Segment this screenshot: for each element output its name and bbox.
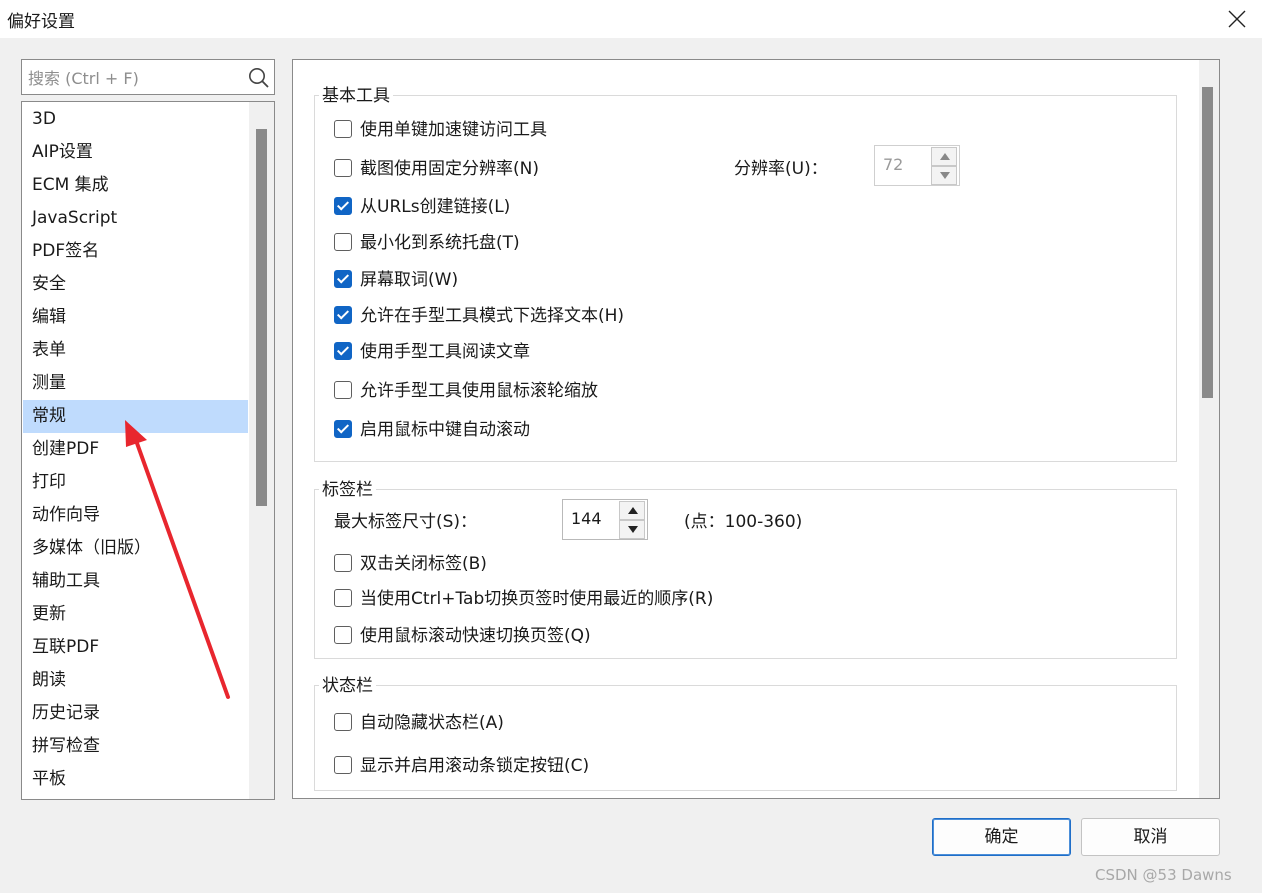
category-item[interactable]: 动作向导 — [23, 499, 248, 532]
max-tab-width-spinner[interactable] — [562, 499, 648, 540]
middle-autoscroll-checkbox[interactable] — [334, 420, 352, 438]
settings-panel: 基本工具 使用单键加速键访问工具 截图使用固定分辨率(N) 分辨率(U)： 从U… — [292, 59, 1220, 799]
arrow-down-icon — [628, 526, 638, 533]
wheel-switch-checkbox[interactable] — [334, 626, 352, 644]
hand-wheel-zoom-label: 允许手型工具使用鼠标滚轮缩放 — [360, 381, 598, 401]
basic-tools-title: 基本工具 — [319, 85, 393, 107]
close-icon — [1228, 10, 1246, 28]
scroll-lock-checkbox[interactable] — [334, 756, 352, 774]
category-item[interactable]: 编辑 — [23, 301, 248, 334]
tab-width-range-hint: (点：100-360) — [684, 512, 803, 532]
arrow-up-icon — [940, 153, 950, 160]
hand-read-article-checkbox[interactable] — [334, 342, 352, 360]
max-tab-width-down-button[interactable] — [619, 520, 645, 539]
category-item-selected[interactable]: 常规 — [23, 400, 248, 433]
double-click-close-label: 双击关闭标签(B) — [360, 554, 487, 574]
category-list: 3D AIP设置 ECM 集成 JavaScript PDF签名 安全 编辑 表… — [21, 101, 275, 800]
ctrl-tab-recent-label: 当使用Ctrl+Tab切换页签时使用最近的顺序(R) — [360, 589, 714, 609]
resolution-spinner[interactable] — [874, 145, 960, 186]
max-tab-width-up-button[interactable] — [619, 501, 645, 520]
search-icon[interactable] — [248, 67, 270, 89]
search-box — [21, 59, 275, 95]
double-click-close-checkbox[interactable] — [334, 554, 352, 572]
hand-read-article-label: 使用手型工具阅读文章 — [360, 342, 530, 362]
category-item[interactable]: 表单 — [23, 334, 248, 367]
category-item[interactable]: 创建PDF — [23, 433, 248, 466]
close-button[interactable] — [1212, 0, 1262, 38]
category-item[interactable]: 朗读 — [23, 664, 248, 697]
category-item[interactable]: JavaScript — [23, 202, 248, 235]
scroll-lock-label: 显示并启用滚动条锁定按钮(C) — [360, 756, 590, 776]
single-key-checkbox[interactable] — [334, 120, 352, 138]
cancel-button[interactable]: 取消 — [1081, 818, 1220, 856]
hand-select-text-checkbox[interactable] — [334, 306, 352, 324]
single-key-label: 使用单键加速键访问工具 — [360, 120, 547, 140]
category-item[interactable]: 互联PDF — [23, 631, 248, 664]
tab-bar-title: 标签栏 — [319, 479, 376, 501]
screen-word-checkbox[interactable] — [334, 270, 352, 288]
max-tab-width-label: 最大标签尺寸(S)： — [334, 512, 478, 532]
hand-select-text-label: 允许在手型工具模式下选择文本(H) — [360, 306, 625, 326]
max-tab-width-input[interactable] — [569, 504, 617, 532]
title-bar: 偏好设置 — [0, 0, 1262, 38]
category-item[interactable]: 打印 — [23, 466, 248, 499]
category-item[interactable]: 辅助工具 — [23, 565, 248, 598]
arrow-up-icon — [628, 507, 638, 514]
settings-scrollbar[interactable] — [1199, 60, 1219, 798]
category-scroll-thumb[interactable] — [256, 129, 267, 506]
category-item[interactable]: 历史记录 — [23, 697, 248, 730]
settings-scroll-thumb[interactable] — [1202, 87, 1213, 398]
category-item[interactable]: 测量 — [23, 367, 248, 400]
category-item[interactable]: 安全 — [23, 268, 248, 301]
window-title: 偏好设置 — [7, 12, 75, 32]
resolution-up-button[interactable] — [931, 147, 957, 166]
urls-links-checkbox[interactable] — [334, 197, 352, 215]
category-item[interactable]: 3D — [23, 103, 248, 136]
minimize-tray-label: 最小化到系统托盘(T) — [360, 233, 520, 253]
fixed-resolution-checkbox[interactable] — [334, 159, 352, 177]
ctrl-tab-recent-checkbox[interactable] — [334, 589, 352, 607]
minimize-tray-checkbox[interactable] — [334, 233, 352, 251]
middle-autoscroll-label: 启用鼠标中键自动滚动 — [360, 420, 530, 440]
category-item[interactable]: PDF签名 — [23, 235, 248, 268]
arrow-down-icon — [940, 172, 950, 179]
screen-word-label: 屏幕取词(W) — [360, 270, 459, 290]
category-item[interactable]: ECM 集成 — [23, 169, 248, 202]
category-item[interactable]: 拼写检查 — [23, 730, 248, 763]
resolution-label: 分辨率(U)： — [734, 159, 828, 179]
auto-hide-checkbox[interactable] — [334, 713, 352, 731]
category-item[interactable]: AIP设置 — [23, 136, 248, 169]
category-item[interactable]: 平板 — [23, 763, 248, 796]
ok-button[interactable]: 确定 — [932, 818, 1071, 856]
watermark: CSDN @53 Dawns — [1095, 866, 1232, 884]
urls-links-label: 从URLs创建链接(L) — [360, 197, 511, 217]
resolution-down-button[interactable] — [931, 166, 957, 185]
hand-wheel-zoom-checkbox[interactable] — [334, 381, 352, 399]
search-input[interactable] — [26, 64, 242, 92]
resolution-input[interactable] — [881, 150, 929, 178]
auto-hide-label: 自动隐藏状态栏(A) — [360, 713, 504, 733]
fixed-resolution-label: 截图使用固定分辨率(N) — [360, 159, 539, 179]
wheel-switch-label: 使用鼠标滚动快速切换页签(Q) — [360, 626, 591, 646]
category-item[interactable]: 更新 — [23, 598, 248, 631]
category-scrollbar[interactable] — [249, 102, 274, 799]
category-item[interactable]: 多媒体（旧版） — [23, 532, 248, 565]
status-bar-title: 状态栏 — [319, 675, 376, 697]
